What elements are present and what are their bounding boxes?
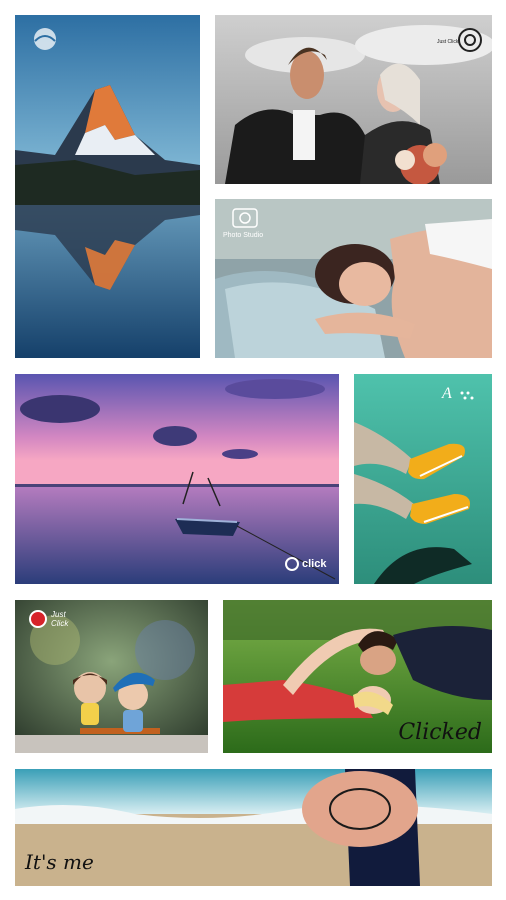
yellow-shoes-image: A	[354, 374, 492, 584]
photo-tile-wedding[interactable]: Just Click	[215, 15, 492, 184]
dolls-watermark-label: Just Click	[51, 610, 69, 628]
photo-tile-sleeping-woman[interactable]: Photo Studio	[215, 199, 492, 358]
red-record-logo-icon	[29, 610, 47, 628]
photo-tile-dolls[interactable]: Just Click	[15, 600, 208, 753]
click-watermark-label: click	[302, 558, 327, 570]
bird-logo-icon	[34, 28, 56, 50]
photo-tile-yellow-shoes[interactable]: A	[354, 374, 492, 584]
couple-watermark: Clicked	[398, 720, 482, 745]
mountain-lake-image	[15, 15, 200, 358]
photo-tile-mountain-lake[interactable]	[15, 15, 200, 358]
click-watermark: click	[285, 557, 326, 571]
svg-text:A: A	[441, 385, 452, 402]
dolls-watermark: Just Click	[29, 610, 77, 628]
sunset-boat-image	[15, 374, 339, 584]
wedding-couple-image: Just Click	[215, 15, 492, 184]
photo-tile-couple-grass[interactable]: Clicked	[223, 600, 492, 753]
beach-watermark: It's me	[25, 850, 94, 874]
sleep-watermark: Photo Studio	[223, 232, 264, 239]
photo-tile-beach-hat[interactable]: It's me	[15, 769, 492, 886]
photo-tile-sunset-boat[interactable]: click	[15, 374, 339, 584]
click-logo-icon	[285, 557, 299, 571]
wedding-watermark: Just Click	[437, 39, 459, 45]
sleeping-woman-image	[215, 199, 492, 358]
